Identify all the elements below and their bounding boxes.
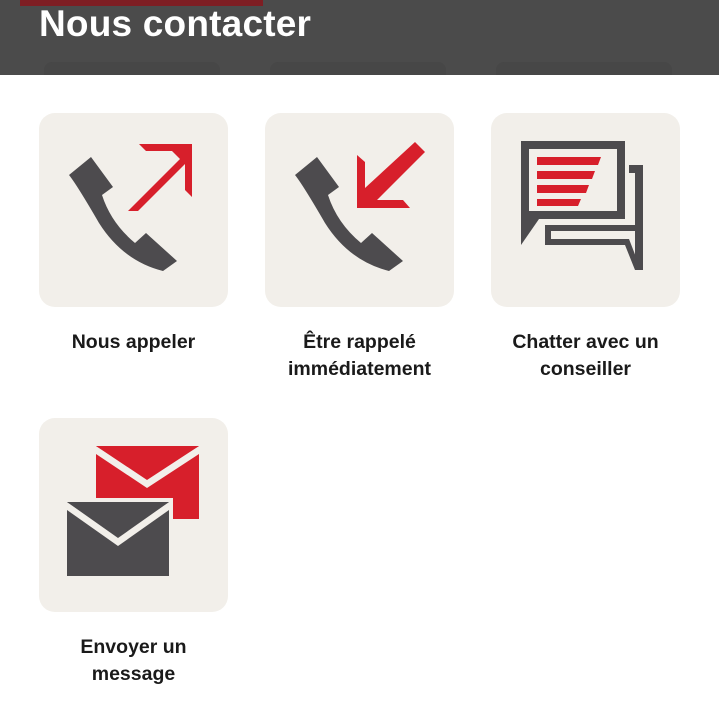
send-message-label: Envoyer un message bbox=[80, 636, 187, 685]
top-bar: Nous contacter bbox=[0, 0, 719, 75]
call-us-tile[interactable]: Nous appeler bbox=[39, 113, 228, 356]
chat-tile[interactable]: Chatter avec un conseiller bbox=[491, 113, 680, 383]
page-title: Nous contacter bbox=[39, 3, 312, 44]
phone-outgoing-icon bbox=[69, 144, 192, 271]
header-tab-shadow bbox=[270, 62, 446, 75]
header-tab-shadow bbox=[496, 62, 672, 75]
call-us-label: Nous appeler bbox=[71, 331, 196, 353]
call-us-tile-box[interactable] bbox=[39, 113, 228, 307]
chat-label: Chatter avec un conseiller bbox=[512, 331, 659, 380]
callback-label: Être rappelé immédiatement bbox=[287, 331, 432, 380]
send-message-tile-box[interactable] bbox=[39, 418, 228, 612]
callback-tile[interactable]: Être rappelé immédiatement bbox=[265, 113, 454, 383]
header-tab-shadow bbox=[44, 62, 220, 75]
phone-incoming-icon bbox=[295, 142, 425, 271]
chat-tile-box[interactable] bbox=[491, 113, 680, 307]
chat-bubbles-icon bbox=[521, 141, 643, 270]
envelopes-icon bbox=[63, 446, 199, 580]
send-message-tile[interactable]: Envoyer un message bbox=[39, 418, 228, 688]
callback-tile-box[interactable] bbox=[265, 113, 454, 307]
